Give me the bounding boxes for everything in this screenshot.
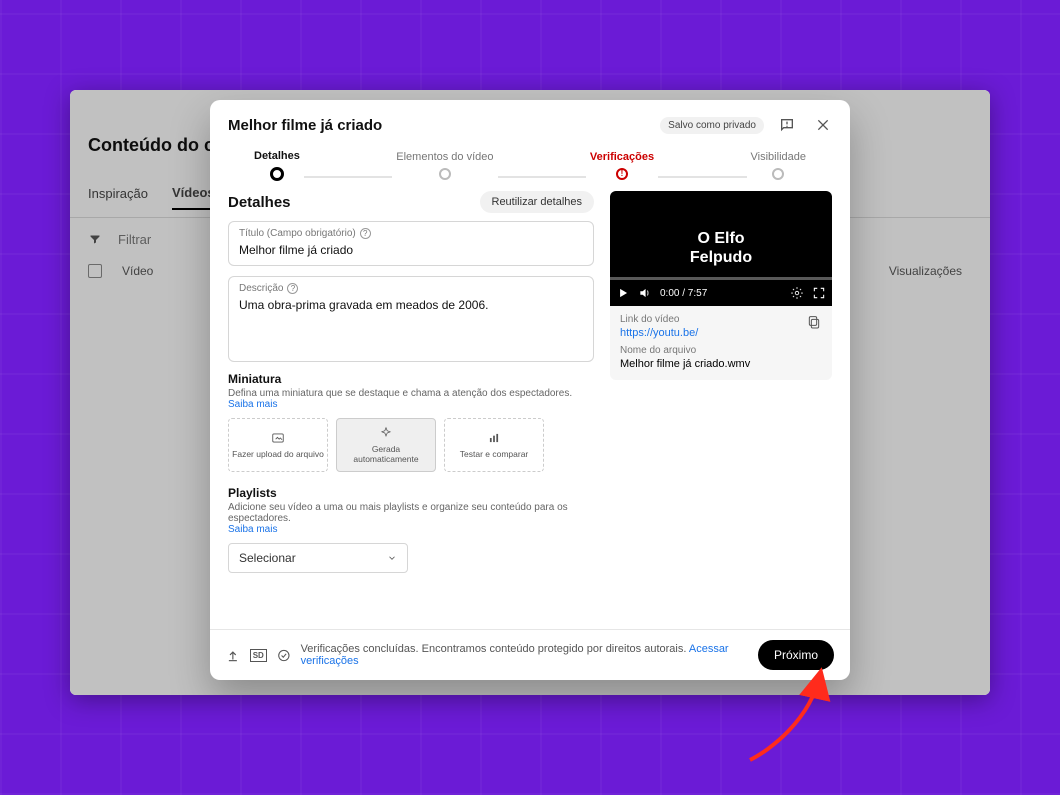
thumbnail-test-card[interactable]: Testar e comparar [444,418,544,472]
upload-details-modal: Melhor filme já criado Salvo como privad… [210,100,850,680]
step-details[interactable]: Detalhes [250,150,304,181]
help-icon[interactable]: ? [287,283,298,294]
filter-icon [88,233,102,245]
volume-icon[interactable] [638,286,652,300]
thumbnail-subtext: Defina uma miniatura que se destaque e c… [228,388,572,399]
sd-badge: SD [250,649,267,662]
tab-videos[interactable]: Vídeos [172,185,215,210]
feedback-icon[interactable] [774,112,800,138]
filename-value: Melhor filme já criado.wmv [620,358,822,370]
reuse-details-button[interactable]: Reutilizar detalhes [480,191,595,213]
bar-chart-icon [486,431,502,445]
playlists-heading: Playlists [228,486,594,500]
select-all-checkbox[interactable] [88,264,102,278]
filter-input[interactable]: Filtrar [118,232,151,247]
sparkle-icon [378,426,394,440]
details-section-title: Detalhes [228,194,291,211]
description-field[interactable]: Descrição ? Uma obra-prima gravada em me… [228,276,594,362]
filename-label: Nome do arquivo [620,345,822,356]
step-visibility[interactable]: Visibilidade [747,151,810,180]
thumbnail-upload-card[interactable]: Fazer upload do arquivo [228,418,328,472]
description-value: Uma obra-prima gravada em meados de 2006… [239,298,583,312]
thumbnail-learn-more-link[interactable]: Saiba mais [228,399,277,410]
thumbnail-autogen-card[interactable]: Gerada automaticamente [336,418,436,472]
copy-icon[interactable] [806,314,822,330]
gear-icon[interactable] [790,286,804,300]
thumbnail-heading: Miniatura [228,372,594,386]
chevron-down-icon [387,553,397,563]
playlists-learn-more-link[interactable]: Saiba mais [228,524,277,535]
video-player[interactable]: O Elfo Felpudo 0:00 / 7:57 [610,191,832,306]
video-link-label: Link do vídeo [620,314,798,325]
saved-status-chip: Salvo como privado [660,117,764,134]
modal-title: Melhor filme já criado [228,117,650,134]
step-checks[interactable]: Verificações [586,151,658,180]
image-upload-icon [270,431,286,445]
title-field[interactable]: Título (Campo obrigatório) ? Melhor film… [228,221,594,266]
upload-status-icon [226,648,240,663]
close-icon[interactable] [810,112,836,138]
check-circle-icon [277,648,291,663]
column-views: Visualizações [889,264,962,278]
playlists-subtext: Adicione seu vídeo a uma ou mais playlis… [228,502,568,524]
footer-status-text: Verificações concluídas. Encontramos con… [301,643,687,655]
tab-inspiracao[interactable]: Inspiração [88,186,148,209]
help-icon[interactable]: ? [360,228,371,239]
playlist-select[interactable]: Selecionar [228,543,408,573]
play-icon[interactable] [616,286,630,300]
upload-stepper: Detalhes Elementos do vídeo Verificações… [210,146,850,181]
video-time: 0:00 / 7:57 [660,288,707,299]
step-video-elements[interactable]: Elementos do vídeo [392,151,497,180]
video-link[interactable]: https://youtu.be/ [620,327,798,339]
video-preview-panel: O Elfo Felpudo 0:00 / 7:57 [610,191,832,380]
fullscreen-icon[interactable] [812,286,826,300]
next-button[interactable]: Próximo [758,640,834,670]
column-video: Vídeo [122,264,153,278]
title-value: Melhor filme já criado [239,243,583,257]
studio-window: Conteúdo do canal Inspiração Vídeos Filt… [70,90,990,695]
